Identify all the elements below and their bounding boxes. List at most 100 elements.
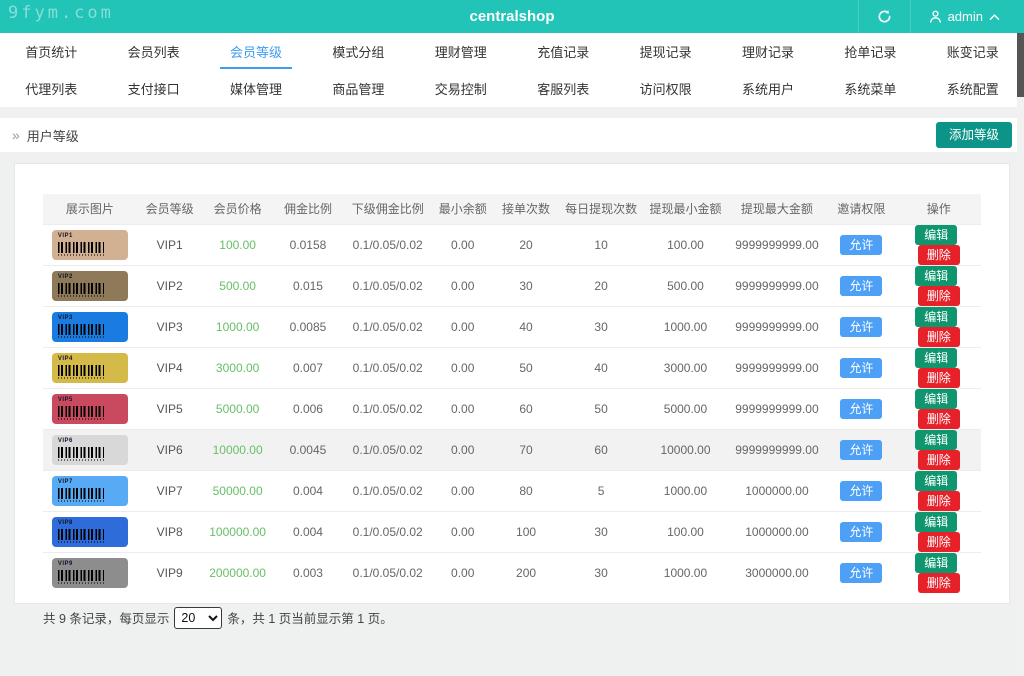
delete-button[interactable]: 删除 (917, 367, 960, 388)
orders-cell: 30 (493, 264, 559, 306)
min-withdraw-cell: 1000.00 (643, 551, 728, 593)
nav-tab[interactable]: 提现记录 (614, 33, 716, 70)
invite-allow-button[interactable]: 允许 (840, 398, 883, 419)
nav-tab[interactable]: 充值记录 (512, 33, 614, 70)
edit-button[interactable]: 编辑 (915, 511, 958, 532)
column-header: 提现最大金额 (727, 194, 827, 224)
invite-allow-button[interactable]: 允许 (840, 439, 883, 460)
nav-tab[interactable]: 商品管理 (307, 70, 409, 107)
column-header: 展示图片 (43, 194, 137, 224)
edit-button[interactable]: 编辑 (915, 265, 958, 286)
edit-button[interactable]: 编辑 (915, 470, 958, 491)
delete-button[interactable]: 删除 (917, 449, 960, 470)
column-header: 佣金比例 (272, 194, 344, 224)
invite-allow-button[interactable]: 允许 (840, 316, 883, 337)
invite-allow-button[interactable]: 允许 (840, 275, 883, 296)
level-card-image: VIP6 (51, 434, 128, 465)
table-row: VIP6 VIP6 10000.00 0.0045 0.1/0.05/0.02 0.00 7… (43, 428, 981, 470)
nav-tab[interactable]: 会员等级 (205, 33, 307, 70)
level-cell: VIP4 (136, 346, 203, 388)
nav-tab[interactable]: 系统用户 (717, 70, 819, 107)
nav-tab[interactable]: 客服列表 (512, 70, 614, 107)
edit-button[interactable]: 编辑 (915, 429, 958, 450)
max-withdraw-cell: 9999999999.00 (727, 223, 827, 265)
pagination-prefix: 共 9 条记录，每页显示 (43, 612, 170, 626)
content-card: 展示图片 会员等级 会员价格 佣金比例 下级佣金比例 最小余额 接单次数 每日提现次数 提现最小… (14, 163, 1010, 629)
min-balance-cell: 0.00 (432, 428, 494, 470)
min-withdraw-cell: 1000.00 (643, 469, 728, 511)
nav-tab[interactable]: 访问权限 (614, 70, 716, 107)
page-size-select[interactable]: 20 (174, 606, 223, 629)
level-image-cell: VIP8 (43, 510, 137, 552)
nav-tab[interactable]: 模式分组 (307, 33, 409, 70)
nav-tab[interactable]: 系统配置 (922, 70, 1024, 107)
level-card-label: VIP5 (57, 396, 73, 403)
table-row: VIP8 VIP8 100000.00 0.004 0.1/0.05/0.02 0.00 1… (43, 510, 981, 552)
nav-tab[interactable]: 系统菜单 (819, 70, 921, 107)
invite-allow-button[interactable]: 允许 (840, 521, 883, 542)
nav-tab[interactable]: 抢单记录 (819, 33, 921, 70)
price-cell: 1000.00 (202, 305, 273, 347)
invite-cell: 允许 (826, 264, 897, 306)
delete-button[interactable]: 删除 (917, 285, 960, 306)
barcode-graphic (57, 569, 104, 581)
level-card-label: VIP1 (57, 232, 73, 239)
max-withdraw-cell: 3000000.00 (727, 551, 827, 593)
delete-button[interactable]: 删除 (917, 490, 960, 511)
barcode-digits (57, 335, 104, 338)
vertical-scrollbar[interactable] (1017, 33, 1024, 676)
delete-button[interactable]: 删除 (917, 326, 960, 347)
level-card-image: VIP4 (51, 352, 128, 383)
nav-tab[interactable]: 理财管理 (410, 33, 512, 70)
max-withdraw-cell: 9999999999.00 (727, 346, 827, 388)
invite-allow-button[interactable]: 允许 (840, 357, 883, 378)
column-header: 接单次数 (493, 194, 559, 224)
refresh-button[interactable] (857, 0, 910, 33)
actions-cell: 编辑删除 (896, 551, 981, 593)
add-level-button[interactable]: 添加等级 (935, 122, 1012, 148)
edit-button[interactable]: 编辑 (915, 552, 958, 573)
nav-tab[interactable]: 支付接口 (102, 70, 204, 107)
min-balance-cell: 0.00 (432, 510, 494, 552)
price-cell: 500.00 (202, 264, 273, 306)
level-cell: VIP7 (136, 469, 203, 511)
column-header: 下级佣金比例 (343, 194, 433, 224)
nav-tab[interactable]: 交易控制 (410, 70, 512, 107)
invite-allow-button[interactable]: 允许 (840, 234, 883, 255)
scrollbar-thumb[interactable] (1017, 33, 1024, 97)
column-header: 每日提现次数 (558, 194, 644, 224)
nav-tab[interactable]: 首页统计 (0, 33, 102, 70)
edit-button[interactable]: 编辑 (915, 306, 958, 327)
nav-tab[interactable]: 账变记录 (922, 33, 1024, 70)
nav-tab[interactable]: 代理列表 (0, 70, 102, 107)
edit-button[interactable]: 编辑 (915, 388, 958, 409)
level-image-cell: VIP2 (43, 264, 137, 306)
delete-button[interactable]: 删除 (917, 244, 960, 265)
price-cell: 200000.00 (202, 551, 273, 593)
min-balance-cell: 0.00 (432, 346, 494, 388)
min-balance-cell: 0.00 (432, 305, 494, 347)
breadcrumb: 用户等级 (26, 128, 79, 144)
actions-cell: 编辑删除 (896, 428, 981, 470)
daily-withdraw-cell: 60 (558, 428, 644, 470)
level-image-cell: VIP1 (43, 223, 137, 265)
invite-allow-button[interactable]: 允许 (840, 562, 883, 583)
delete-button[interactable]: 删除 (917, 572, 960, 593)
user-menu[interactable]: admin (909, 0, 1018, 33)
nav-tab[interactable]: 理财记录 (717, 33, 819, 70)
user-name: admin (947, 9, 983, 24)
actions-cell: 编辑删除 (896, 346, 981, 388)
divider-strip-2 (0, 152, 1024, 163)
edit-button[interactable]: 编辑 (915, 224, 958, 245)
nav-tab[interactable]: 会员列表 (102, 33, 204, 70)
edit-button[interactable]: 编辑 (915, 347, 958, 368)
barcode-digits (57, 417, 104, 420)
level-card-image: VIP8 (51, 516, 128, 547)
price-cell: 5000.00 (202, 387, 273, 429)
nav-tab[interactable]: 媒体管理 (205, 70, 307, 107)
delete-button[interactable]: 删除 (917, 531, 960, 552)
min-withdraw-cell: 100.00 (643, 510, 728, 552)
delete-button[interactable]: 删除 (917, 408, 960, 429)
invite-allow-button[interactable]: 允许 (840, 480, 883, 501)
table-row: VIP2 VIP2 500.00 0.015 0.1/0.05/0.02 0.00 30 20… (43, 264, 981, 306)
